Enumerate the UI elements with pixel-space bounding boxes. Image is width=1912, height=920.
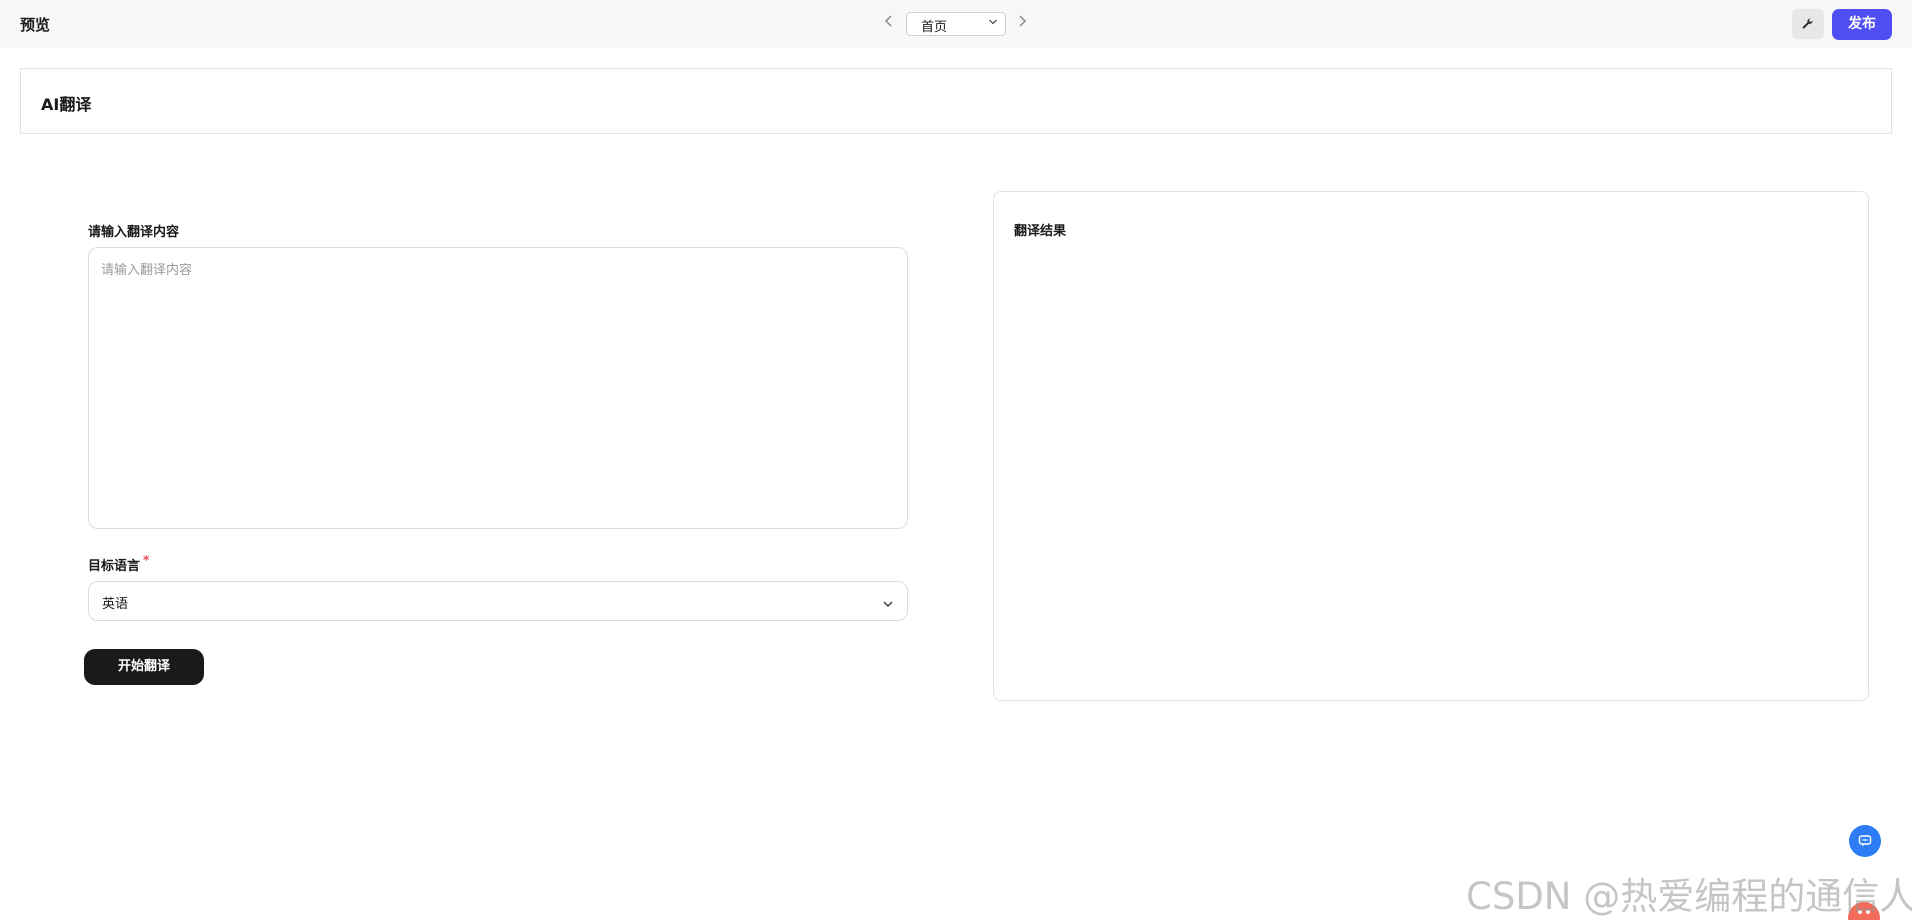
result-card: 翻译结果 [993,191,1869,701]
tool-button[interactable] [1792,9,1824,39]
chevron-left-icon[interactable] [881,14,897,32]
target-language-select[interactable]: 英语 [88,581,908,621]
app-header-card: AI翻译 [20,68,1892,134]
wrench-icon [1802,18,1813,29]
page-select-value: 首页 [921,20,948,35]
language-label-wrap: 目标语言 * [88,553,150,574]
preview-title: 预览 [20,16,51,34]
chevron-down-icon [882,595,894,614]
chevron-right-icon[interactable] [1014,14,1030,32]
input-label: 请输入翻译内容 [88,225,180,240]
app-title: AI翻译 [41,95,92,114]
target-language-value: 英语 [102,597,129,612]
publish-button[interactable]: 发布 [1832,9,1892,40]
chat-icon [1858,835,1872,847]
watermark: CSDN @热爱编程的通信人 [1466,875,1912,918]
required-mark: * [143,553,150,567]
top-bar: 预览 首页 发布 [0,0,1912,48]
page-select[interactable]: 首页 [906,12,1006,36]
result-label: 翻译结果 [1014,224,1067,239]
start-translate-button[interactable]: 开始翻译 [84,649,204,685]
chevron-down-icon [988,16,998,29]
chat-button[interactable] [1849,825,1881,857]
language-label: 目标语言 [88,559,141,574]
translate-input[interactable] [88,247,908,529]
